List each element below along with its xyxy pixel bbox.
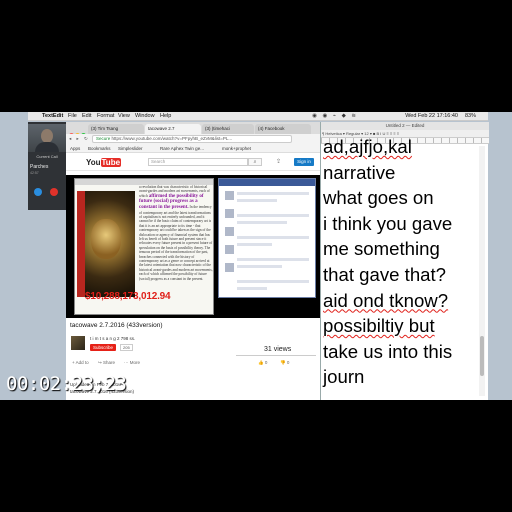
tab-bar: (3) Tim Tsang tacowave 2.7 (3) (timehaci… [66,122,320,138]
textedit-line: that gave that? [323,263,447,285]
textedit-window: Untitled 2 — Edited ¶ Helvetica ▾ Regula… [320,122,489,400]
tab-timehaci[interactable]: (3) (timehaci [202,124,254,134]
textedit-line: what goes on [323,187,434,209]
dislike-button[interactable]: 👎 0 [280,360,289,366]
facebook-window [218,178,316,298]
menu-help[interactable]: Help [160,112,171,121]
textedit-title: Untitled 2 — Edited [321,122,489,130]
share-button[interactable]: ↪ Share [98,360,115,366]
menu-format[interactable]: Format [97,112,114,121]
youtube-search-input[interactable]: Search [148,158,248,166]
youtube-logo[interactable]: YouTube [86,158,122,167]
menu-clock[interactable]: Wed Feb 22 17:16:40 [405,112,458,121]
like-ratio-bar [236,355,316,356]
video-document-window: a revolution that was characteristic of … [74,178,214,315]
bookmark-monk[interactable]: monk+prophet [222,144,251,153]
tab-tacowave[interactable]: tacowave 2.7 [145,124,201,134]
video-call-panel: Current Call Parches 42:57 [28,122,66,210]
menu-view[interactable]: View [118,112,130,121]
doc-paragraph-3: The tenuous period of the transformation… [139,245,213,281]
youtube-header: YouTube Search ⌕ ⇪ Sign in [66,153,320,171]
status-icons[interactable]: ◉ ◉ ⌁ ◆ ≋ [312,112,358,121]
timecode-overlay: 00:02:23;23 [6,373,127,395]
subscriber-count: 205 [120,344,133,351]
address-bar-row: ◂ ▸ ↻ Secure https://www.youtube.com/wat… [66,134,320,144]
magnifier-icon[interactable]: ⌕ [248,158,262,166]
end-call-button[interactable] [50,188,58,196]
mac-menu-bar: TextEdit File Edit Format View Window He… [28,112,488,121]
add-to-button[interactable]: + Add to [72,360,89,365]
textedit-line: ad,ajfjo,kal [323,136,412,157]
menu-window[interactable]: Window [135,112,155,121]
channel-avatar[interactable] [71,336,85,350]
tab-tim-tsang[interactable]: (3) Tim Tsang [88,124,144,134]
url-field[interactable]: Secure https://www.youtube.com/watch?v=P… [92,135,292,143]
secure-label: Secure [96,136,111,141]
menu-app-name[interactable]: TextEdit [42,112,63,121]
doc-paragraph-2: In the tendency of contemporary art and … [139,205,213,250]
textedit-document[interactable]: ad,ajfjo,kal narrative what goes on i think… [323,136,471,390]
url-text: https://www.youtube.com/watch?v=PFpyhB_e… [111,136,233,141]
youtube-logo-you: You [86,158,101,167]
webcam-feed [28,124,66,152]
video-player[interactable]: a revolution that was characteristic of … [66,175,320,318]
like-button[interactable]: 👍 0 [258,360,267,366]
battery-level[interactable]: 83% [465,112,476,121]
nav-arrows-icon[interactable]: ◂ ▸ ↻ [69,134,90,144]
subscribe-button[interactable]: Subscribe [90,344,117,351]
tab-facebook[interactable]: (4) Facebook [255,124,311,134]
chrome-window: (3) Tim Tsang tacowave 2.7 (3) (timehaci… [66,122,320,400]
view-count: 31 views [264,346,292,353]
textedit-line: take us into this [323,340,453,362]
textedit-line: journ [323,366,365,388]
call-duration: 42:57 [30,171,39,175]
bookmark-bookmarks[interactable]: Bookmarks [88,144,111,153]
bookmark-simpleslider[interactable]: Simpleslider [118,144,143,153]
textedit-line: narrative [323,161,396,183]
menu-edit[interactable]: Edit [82,112,91,121]
more-button[interactable]: ··· More [124,360,140,365]
youtube-logo-tube: Tube [100,158,122,167]
textedit-line: possibiltiy but [323,315,435,337]
textedit-line: i think you gave [323,212,453,234]
upload-icon[interactable]: ⇪ [276,158,281,165]
bookmarks-bar: Apps Bookmarks Simpleslider Rare Aphex T… [66,144,320,153]
bookmark-apps[interactable]: Apps [70,144,80,153]
call-contact-name: Parches [30,164,49,170]
menu-file[interactable]: File [68,112,77,121]
video-title: tacowave 2.7.2016 (433version) [70,322,163,329]
bookmark-aphex[interactable]: Rare Aphex Twin ge... [160,144,204,153]
textedit-line: me something [323,238,440,260]
current-call-label: Current Call [36,154,58,159]
sign-in-button[interactable]: Sign in [294,158,314,166]
textedit-line: aid ond tknow? [323,289,449,311]
call-info-button[interactable] [34,188,42,196]
price-overlay: $10,288,173,012.94 [85,291,171,302]
textedit-scrollbar[interactable] [479,146,485,396]
screen-recording-frame: TextEdit File Edit Format View Window He… [0,112,512,400]
channel-name[interactable]: t i m t s a n g 2 798 ss. [90,336,135,341]
gold-face-image [77,191,135,297]
